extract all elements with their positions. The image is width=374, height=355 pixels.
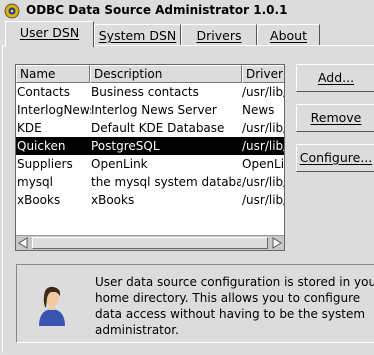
row-description-cell: Business contacts xyxy=(91,85,199,99)
row-description-cell: OpenLink xyxy=(91,157,148,171)
row-driver-cell: /usr/lib/ xyxy=(242,175,284,189)
row-name-cell: Quicken xyxy=(17,139,66,153)
scroll-thumb[interactable] xyxy=(32,237,268,249)
info-panel: User data source configuration is stored… xyxy=(16,264,374,343)
horizontal-scrollbar[interactable] xyxy=(16,235,284,250)
row-description-cell: Default KDE Database xyxy=(91,121,225,135)
row-name-cell: Suppliers xyxy=(17,157,73,171)
tab-drivers[interactable]: Drivers xyxy=(181,24,257,45)
info-text: User data source configuration is stored… xyxy=(95,275,374,337)
row-description-cell: the mysql system database xyxy=(91,175,241,189)
row-driver-cell: /usr/lib/ xyxy=(242,139,284,153)
tab-user-dsn[interactable]: User DSN xyxy=(5,21,94,47)
row-description-cell: Interlog News Server xyxy=(91,103,217,117)
row-description-cell: PostgreSQL xyxy=(91,139,160,153)
tab-system-dsn[interactable]: System DSN xyxy=(94,24,181,45)
list-item[interactable]: xBooks xBooks/usr/lib/ xyxy=(16,191,284,209)
title-bar: ODBC Data Source Administrator 1.0.1 xyxy=(0,0,374,22)
add-button[interactable]: Add... xyxy=(296,64,374,92)
row-name-cell: xBooks xyxy=(17,193,61,207)
row-driver-cell: /usr/lib/ xyxy=(242,193,284,207)
column-header-driver[interactable]: Driver xyxy=(242,65,284,83)
list-item[interactable]: Suppliers OpenLink OpenLi xyxy=(16,155,284,173)
dsn-list[interactable]: Name Description Driver Contacts Business… xyxy=(15,64,285,251)
row-name-cell: Contacts xyxy=(17,85,70,99)
configure-button[interactable]: Configure... xyxy=(296,144,374,172)
list-item[interactable]: InterlogNews Interlog News Server News xyxy=(16,101,284,119)
row-name-cell: KDE xyxy=(17,121,42,135)
remove-button[interactable]: Remove xyxy=(296,104,374,132)
list-item[interactable]: mysql the mysql system database/usr/lib/ xyxy=(16,173,284,191)
row-driver-cell: /usr/lib/ xyxy=(242,85,284,99)
row-driver-cell: /usr/lib/ xyxy=(242,121,284,135)
row-driver-cell: News xyxy=(242,103,275,117)
list-item[interactable]: KDE Default KDE Database/usr/lib/ xyxy=(16,119,284,137)
dsn-rows: Contacts Business contacts/usr/lib/Interl… xyxy=(16,83,284,209)
tab-about[interactable]: About xyxy=(257,24,320,45)
list-item[interactable]: Contacts Business contacts/usr/lib/ xyxy=(16,83,284,101)
row-description-cell: xBooks xyxy=(91,193,135,207)
window-title: ODBC Data Source Administrator 1.0.1 xyxy=(26,3,288,17)
scroll-left-arrow-icon[interactable] xyxy=(16,236,31,250)
row-name-cell: mysql xyxy=(17,175,53,189)
row-driver-cell: OpenLi xyxy=(242,157,284,171)
column-header-description[interactable]: Description xyxy=(90,65,242,83)
list-item[interactable]: Quicken PostgreSQL/usr/lib/ xyxy=(16,137,284,155)
odbc-app-icon xyxy=(4,3,20,19)
row-name-cell: InterlogNews xyxy=(17,103,91,117)
column-header-name[interactable]: Name xyxy=(16,65,90,83)
scroll-right-arrow-icon[interactable] xyxy=(269,236,284,250)
user-icon xyxy=(39,286,65,326)
